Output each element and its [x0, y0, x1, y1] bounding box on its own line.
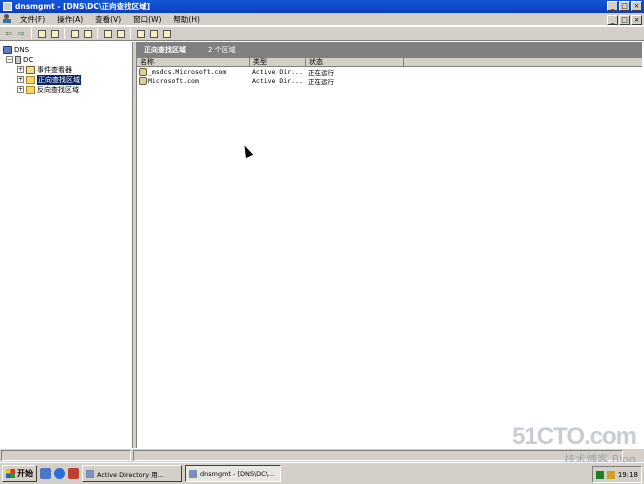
- window-titlebar[interactable]: dnsmgmt - [DNS\DC\正向查找区域] _ □ ×: [0, 0, 644, 13]
- server-icon: [15, 55, 21, 64]
- tree-label-server: DC: [23, 55, 34, 64]
- zone-type: Active Dir...: [252, 76, 303, 85]
- tree-node-server[interactable]: − DC: [6, 55, 33, 64]
- window-title: dnsmgmt - [DNS\DC\正向查找区域]: [15, 2, 151, 11]
- toolbar-separator: [64, 28, 65, 39]
- maximize-button[interactable]: □: [619, 1, 630, 11]
- mdi-close-button[interactable]: ×: [631, 15, 642, 25]
- zone-type: Active Dir...: [252, 67, 303, 76]
- task-active-directory[interactable]: Active Directory 用...: [82, 465, 182, 482]
- collapse-icon[interactable]: −: [6, 56, 13, 63]
- task-label: dnsmgmt - [DNS\DC\...: [200, 469, 275, 478]
- tree-label-event-viewer: 事件查看器: [37, 65, 72, 74]
- close-button[interactable]: ×: [631, 1, 642, 11]
- console-tree: DNS − DC + 事件查看器 + 正向查找区域 + 反向查找区域: [0, 42, 133, 448]
- table-row[interactable]: Microsoft.com Active Dir... 正在运行: [137, 76, 642, 86]
- folder-icon: [26, 75, 35, 84]
- up-folder-icon[interactable]: [36, 28, 47, 39]
- task-dnsmgmt[interactable]: dnsmgmt - [DNS\DC\...: [185, 465, 281, 482]
- details-pane: 正向查找区域 2 个区域 名称 类型 状态 _msdcs.Microsoft.c…: [136, 42, 642, 448]
- ad-users-icon: [86, 469, 94, 478]
- expand-icon[interactable]: +: [17, 66, 24, 73]
- list-view-icon[interactable]: [148, 28, 159, 39]
- windows-logo-icon: [6, 469, 15, 478]
- start-button[interactable]: 开始: [2, 465, 37, 482]
- expand-icon[interactable]: +: [17, 76, 24, 83]
- column-type[interactable]: 类型: [250, 58, 306, 66]
- dns-icon: [189, 469, 197, 478]
- menu-window[interactable]: 窗口(W): [127, 14, 167, 25]
- mdi-minimize-button[interactable]: _: [607, 15, 618, 25]
- start-label: 开始: [17, 469, 33, 478]
- back-icon[interactable]: ⇦: [3, 28, 14, 39]
- menu-help[interactable]: 帮助(H): [167, 14, 206, 25]
- column-name[interactable]: 名称: [137, 58, 250, 66]
- menu-bar: 文件(F) 操作(A) 查看(V) 窗口(W) 帮助(H): [0, 13, 644, 26]
- minimize-button[interactable]: _: [607, 1, 618, 11]
- tray-app-icon[interactable]: [606, 470, 615, 479]
- tree-node-reverse-zones[interactable]: + 反向查找区域: [17, 85, 79, 94]
- zone-icon: [139, 76, 147, 85]
- zone-name: _msdcs.Microsoft.com: [148, 67, 227, 76]
- refresh-icon[interactable]: [69, 28, 80, 39]
- details-title: 正向查找区域: [144, 46, 186, 54]
- show-desktop-icon[interactable]: [40, 468, 51, 479]
- tree-node-forward-zones[interactable]: + 正向查找区域: [17, 74, 81, 85]
- show-tree-icon[interactable]: [49, 28, 60, 39]
- tree-node-dns[interactable]: DNS: [3, 45, 29, 54]
- menu-view[interactable]: 查看(V): [89, 14, 127, 25]
- zone-name: Microsoft.com: [148, 76, 199, 85]
- zone-status: 正在运行: [308, 77, 334, 86]
- properties-icon[interactable]: [115, 28, 126, 39]
- toolbar: ⇦ ⇨: [0, 27, 644, 41]
- forward-icon[interactable]: ⇨: [16, 28, 27, 39]
- watermark-logo: 51CTO.com: [512, 423, 637, 450]
- help-icon[interactable]: [102, 28, 113, 39]
- mdi-restore-button[interactable]: □: [619, 15, 630, 25]
- tree-label-dns: DNS: [14, 45, 30, 54]
- expand-icon[interactable]: +: [17, 86, 24, 93]
- clock[interactable]: 19:18: [618, 471, 638, 479]
- taskbar: 开始 Active Directory 用... dnsmgmt - [DNS\…: [0, 462, 644, 484]
- new-zone-icon[interactable]: [161, 28, 172, 39]
- tree-label-forward-zones: 正向查找区域: [37, 74, 81, 85]
- event-viewer-icon: [26, 65, 35, 74]
- menu-action[interactable]: 操作(A): [51, 14, 89, 25]
- tray-network-icon[interactable]: [595, 470, 604, 479]
- toolbar-separator: [130, 28, 131, 39]
- folder-icon: [26, 85, 35, 94]
- system-tray: 19:18: [591, 466, 642, 483]
- ie-icon[interactable]: [54, 468, 65, 479]
- site-watermark: 51CTO.com 技术博客 Blog: [512, 423, 637, 467]
- server-status-icon[interactable]: [135, 28, 146, 39]
- dns-icon: [3, 45, 12, 54]
- quicklaunch-app-icon[interactable]: [68, 468, 79, 479]
- column-status[interactable]: 状态: [306, 58, 404, 66]
- app-icon: [3, 2, 12, 11]
- menu-file[interactable]: 文件(F): [14, 14, 51, 25]
- task-label: Active Directory 用...: [97, 470, 164, 479]
- zone-count: 2 个区域: [208, 46, 236, 54]
- toolbar-separator: [97, 28, 98, 39]
- tree-label-reverse-zones: 反向查找区域: [37, 85, 79, 94]
- mmc-icon[interactable]: [2, 14, 12, 24]
- zone-icon: [139, 67, 147, 76]
- status-pane: [1, 450, 131, 461]
- tree-node-event-viewer[interactable]: + 事件查看器: [17, 65, 72, 74]
- export-list-icon[interactable]: [82, 28, 93, 39]
- details-header: 正向查找区域 2 个区域: [137, 42, 642, 58]
- toolbar-separator: [31, 28, 32, 39]
